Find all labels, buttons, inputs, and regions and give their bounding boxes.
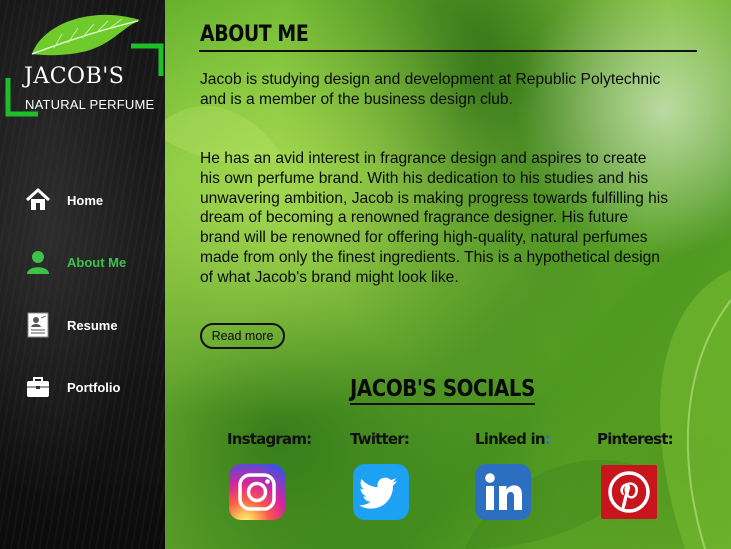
briefcase-icon bbox=[24, 373, 52, 401]
social-label-pinterest-colon: : bbox=[667, 430, 674, 448]
pinterest-icon[interactable] bbox=[601, 465, 657, 519]
nav-item-portfolio[interactable]: Portfolio bbox=[24, 372, 164, 402]
main-content: ABOUT ME Jacob is studying design and de… bbox=[165, 0, 731, 549]
nav-item-resume[interactable]: Resume bbox=[24, 310, 164, 340]
social-label-instagram: Instagram: bbox=[227, 430, 312, 448]
read-more-button[interactable]: Read more bbox=[200, 323, 285, 349]
socials-title: JACOB'S SOCIALS bbox=[350, 376, 535, 405]
social-label-twitter: Twitter: bbox=[350, 430, 410, 448]
instagram-icon[interactable] bbox=[229, 464, 285, 520]
social-label-twitter-text: Twitter bbox=[350, 430, 405, 448]
brand-tagline: NATURAL PERFUME bbox=[25, 97, 155, 112]
social-label-twitter-colon: : bbox=[403, 430, 410, 448]
social-label-instagram-colon: : bbox=[306, 430, 312, 448]
title-divider bbox=[199, 50, 697, 52]
social-label-linkedin-colon: : bbox=[544, 430, 551, 448]
about-paragraph-2: He has an avid interest in fragrance des… bbox=[200, 150, 669, 286]
home-icon bbox=[24, 186, 52, 214]
brand-logo[interactable]: JACOB'S NATURAL PERFUME bbox=[4, 8, 164, 120]
brand-name: JACOB'S bbox=[24, 64, 125, 89]
nav-label-portfolio: Portfolio bbox=[67, 379, 121, 395]
nav-label-home: Home bbox=[67, 192, 104, 208]
social-label-pinterest-text: Pinterest bbox=[597, 430, 668, 448]
nav-item-about-me[interactable]: About Me bbox=[24, 247, 164, 277]
sidebar: JACOB'S NATURAL PERFUME Home About Me Re… bbox=[0, 0, 165, 549]
resume-icon bbox=[24, 311, 52, 339]
user-icon bbox=[24, 248, 52, 276]
nav-label-resume: Resume bbox=[67, 317, 118, 333]
about-title: ABOUT ME bbox=[200, 22, 309, 47]
social-label-instagram-text: Instagram bbox=[227, 430, 307, 448]
social-label-linkedin: Linked in: bbox=[475, 430, 551, 448]
social-label-pinterest: Pinterest: bbox=[597, 430, 674, 448]
nav-label-about-me: About Me bbox=[67, 254, 127, 270]
social-label-linkedin-text: Linked in bbox=[475, 430, 546, 448]
nav-item-home[interactable]: Home bbox=[24, 185, 164, 215]
about-paragraph-1: Jacob is studying design and development… bbox=[200, 71, 661, 108]
linkedin-icon[interactable] bbox=[475, 464, 531, 520]
twitter-icon[interactable] bbox=[353, 464, 409, 520]
